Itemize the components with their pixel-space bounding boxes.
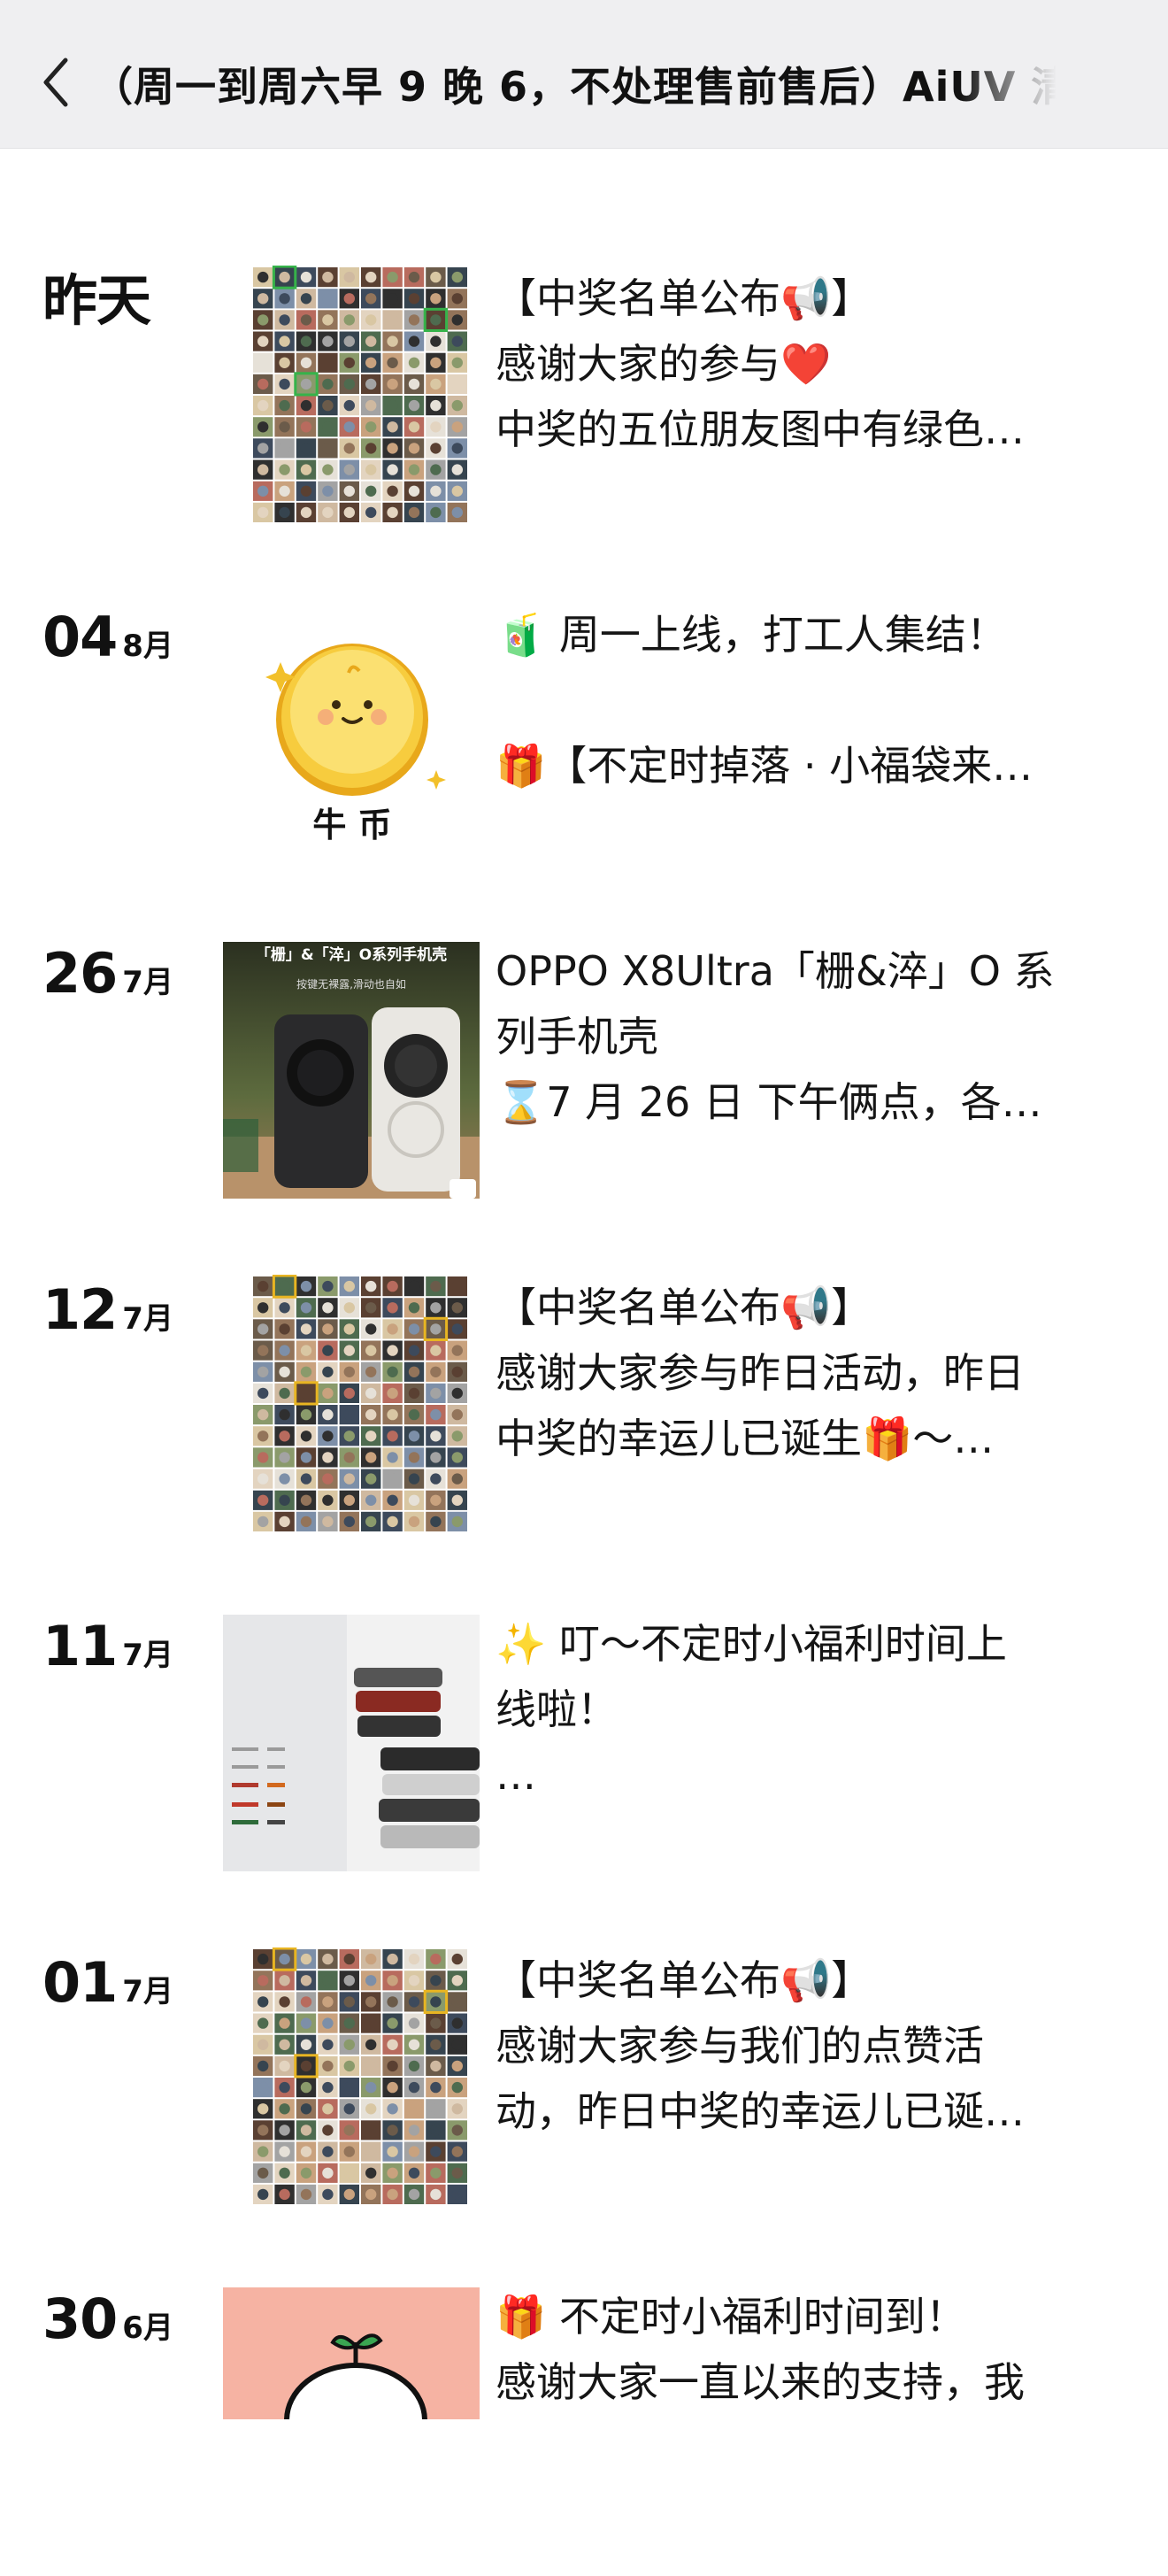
post-day: 昨天 <box>42 268 151 333</box>
post-day: 04 <box>42 605 118 669</box>
history-item[interactable]: 26 7月 「栅」&「淬」O系列手机壳 按键无裸露,滑动也自如 OPPO X8U… <box>0 938 1168 1230</box>
post-month: 7月 <box>122 965 173 1000</box>
post-day: 26 <box>42 941 118 1006</box>
phone-banner-subtitle: 按键无裸露,滑动也自如 <box>296 977 406 991</box>
post-date: 30 6月 <box>42 2284 173 2355</box>
winner-collage-thumbnail[interactable] <box>251 1275 469 1533</box>
post-text: OPPO X8Ultra「栅&淬」O 系 列手机壳 ⌛7 月 26 日 下午俩点… <box>496 947 1055 1126</box>
post-date: 04 8月 <box>42 602 173 673</box>
post-date: 昨天 <box>42 266 156 336</box>
post-date: 11 7月 <box>42 1611 173 1682</box>
post-date: 12 7月 <box>42 1275 173 1346</box>
post-day: 11 <box>42 1614 118 1678</box>
post-text: 【中奖名单公布📢】 感谢大家参与我们的点赞活 动，昨日中奖的幸运儿已诞… <box>496 1956 1025 2135</box>
post-month: 7月 <box>122 1638 173 1673</box>
post-month: 7月 <box>122 1974 173 2009</box>
winner-collage-thumbnail[interactable] <box>251 1947 469 2206</box>
post-date: 26 7月 <box>42 938 173 1009</box>
post-text: 🎁 不定时小福利时间到！ 感谢大家一直以来的支持，我 <box>496 2293 1025 2406</box>
navigation-bar: （周一到周六早 9 晚 6，不处理售前售后）AiUV 清 <box>0 0 1168 149</box>
post-month: 6月 <box>122 2310 173 2346</box>
sprout-mascot-thumbnail[interactable] <box>223 2287 480 2419</box>
back-chevron-icon[interactable] <box>35 53 78 112</box>
phone-case-product-thumbnail[interactable]: 「栅」&「淬」O系列手机壳 按键无裸露,滑动也自如 <box>223 942 480 1199</box>
post-text: 【中奖名单公布📢】 感谢大家的参与❤️ 中奖的五位朋友图中有绿色… <box>496 274 1025 453</box>
post-text: 【中奖名单公布📢】 感谢大家参与昨日活动，昨日 中奖的幸运儿已诞生🎁～… <box>496 1284 1025 1462</box>
history-item[interactable]: 01 7月 【中奖名单公布📢】 感谢大家参与我们的点赞活 动，昨日中奖的幸运儿已… <box>0 1947 1168 2240</box>
post-text: 🧃 周一上线，打工人集结！ 🎁【不定时掉落 · 小福袋来… <box>496 611 1034 790</box>
history-item[interactable]: 30 6月 🎁 不定时小福利时间到！ 感谢大家一直以来的支持，我 <box>0 2284 1168 2576</box>
page-title: （周一到周六早 9 晚 6，不处理售前售后）AiUV 清 <box>92 63 1057 111</box>
coin-label: 牛 币 <box>312 806 391 845</box>
history-item[interactable]: 11 7月 ✨ 叮～不定时小福利时间上 线啦！ … <box>0 1611 1168 1903</box>
post-month: 8月 <box>122 629 173 664</box>
phone-banner-title: 「栅」&「淬」O系列手机壳 <box>256 945 447 964</box>
history-item[interactable]: 昨天 【中奖名单公布📢】 感谢大家的参与❤️ 中奖的五位朋友图中有绿色… <box>0 266 1168 558</box>
post-day: 30 <box>42 2287 118 2351</box>
post-day: 12 <box>42 1277 118 1342</box>
post-date: 01 7月 <box>42 1947 173 2018</box>
winner-collage-thumbnail[interactable] <box>251 266 469 524</box>
history-item[interactable]: 04 8月 牛 币 🧃 周一上线，打工人集结！ 🎁【不定时掉落 · 小福袋来… <box>0 602 1168 894</box>
post-month: 7月 <box>122 1301 173 1337</box>
post-day: 01 <box>42 1950 118 2015</box>
post-text: ✨ 叮～不定时小福利时间上 线啦！ … <box>496 1620 1007 1799</box>
coin-mascot-thumbnail[interactable]: 牛 币 <box>251 620 469 852</box>
history-item[interactable]: 12 7月 【中奖名单公布📢】 感谢大家参与昨日活动，昨日 中奖的幸运儿已诞生🎁… <box>0 1275 1168 1567</box>
phone-case-stack-thumbnail[interactable] <box>223 1615 480 1871</box>
